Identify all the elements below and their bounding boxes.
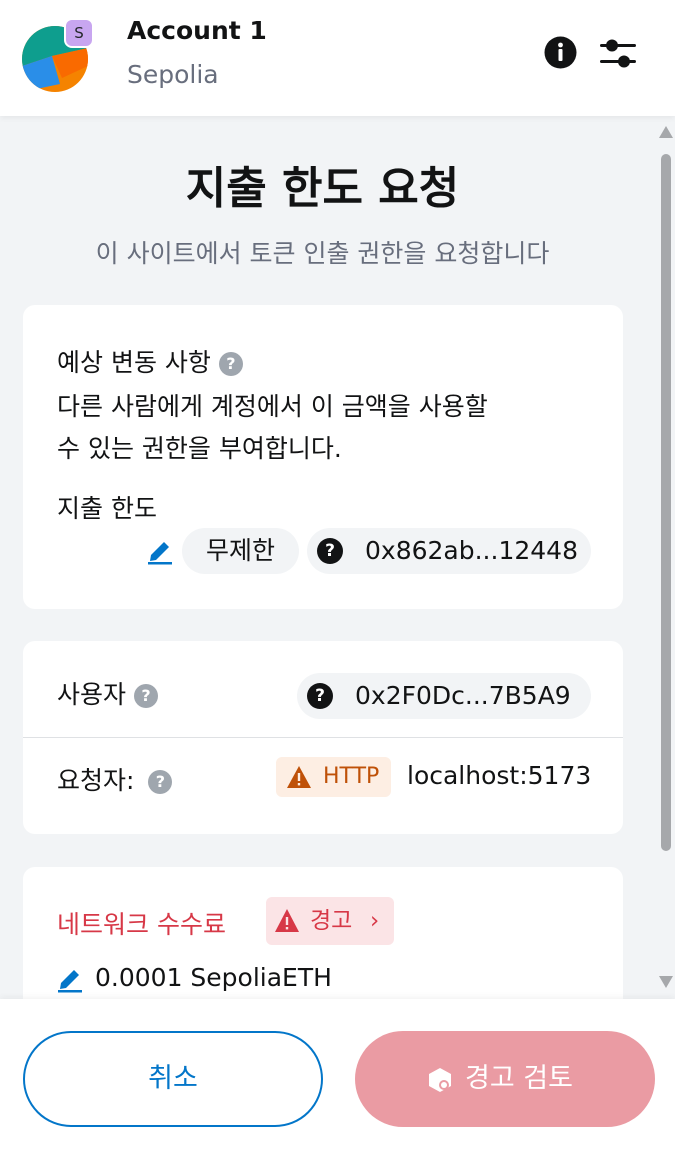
warning-icon [275,909,299,932]
requester-row-label: 요청자: ? [57,761,173,797]
footer: 취소 경고 검토 [0,999,675,1151]
network-name: Sepolia [127,60,219,89]
help-icon[interactable]: ? [148,770,173,794]
page-title: 지출 한도 요청 [185,163,460,214]
account-name[interactable]: Account 1 [127,16,267,45]
spender-row-label: 사용자 ? [57,675,158,711]
http-warning-badge: HTTP [276,757,391,797]
details-card: 사용자 ? ? 0x2F0Dc...7B5A9 요청자: ? HTTP loca… [23,641,623,834]
header: S Account 1 Sepolia [0,0,675,116]
help-icon[interactable]: ? [133,684,158,708]
requester-origin: localhost:5173 [407,761,592,790]
spender-address: 0x2F0Dc...7B5A9 [355,681,571,710]
scrollbar-thumb[interactable] [661,154,671,851]
network-fee-amount: 0.0001 SepoliaETH [95,963,332,992]
network-badge: S [64,18,94,48]
sliders-icon[interactable] [598,34,638,72]
divider [23,737,623,738]
content-area: 지출 한도 요청 이 사이트에서 토큰 인출 권한을 요청합니다 예상 변동 사… [0,116,675,999]
question-icon: ? [317,538,343,564]
edit-pencil-icon[interactable] [147,537,173,565]
info-icon[interactable] [544,36,577,69]
scroll-up-arrow-icon[interactable] [659,126,673,138]
warning-label: 경고 [310,908,353,934]
estimated-changes-description-2: 수 있는 권한을 부여합니다. [57,434,342,463]
estimated-changes-description-1: 다른 사람에게 계정에서 이 금액을 사용할 [57,392,488,421]
token-address: 0x862ab...12448 [365,536,578,565]
cancel-button[interactable]: 취소 [23,1031,323,1127]
chevron-right-icon: › [370,908,380,934]
token-address-pill[interactable]: ? 0x862ab...12448 [307,528,591,574]
scroll-down-arrow-icon[interactable] [659,976,673,988]
estimated-changes-card: 예상 변동 사항 ? 다른 사람에게 계정에서 이 금액을 사용할 수 있는 권… [23,305,623,609]
review-alerts-label: 경고 검토 [465,1063,573,1094]
help-icon[interactable]: ? [218,352,243,376]
spending-limit-label: 지출 한도 [57,494,157,523]
spender-address-pill[interactable]: ? 0x2F0Dc...7B5A9 [297,673,591,719]
spending-limit-value: 무제한 [182,528,299,574]
page-subtitle: 이 사이트에서 토큰 인출 권한을 요청합니다 [95,239,550,268]
http-label: HTTP [323,764,380,789]
fee-warning-badge[interactable]: 경고 › [266,897,394,945]
question-icon: ? [307,683,333,709]
edit-pencil-icon[interactable] [57,965,83,993]
shield-alert-icon [429,1068,451,1092]
network-fee-label: 네트워크 수수료 [57,910,226,939]
warning-triangle-icon [287,766,311,788]
scrollbar[interactable] [656,116,675,999]
estimated-changes-heading: 예상 변동 사항 ? [57,343,243,379]
network-fee-card: 네트워크 수수료 경고 › 0.0001 SepoliaETH [23,867,623,999]
review-alerts-button[interactable]: 경고 검토 [355,1031,655,1127]
